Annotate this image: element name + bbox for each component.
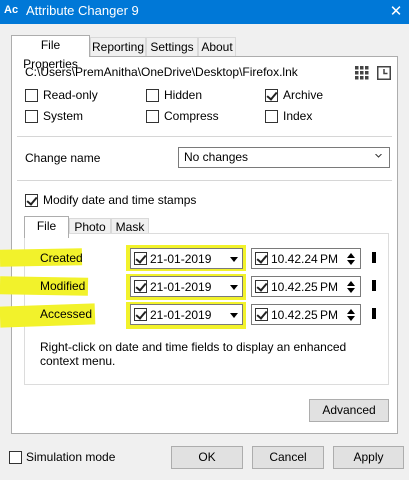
apply-button[interactable]: Apply — [333, 446, 404, 469]
subtab-file[interactable]: File — [24, 216, 69, 238]
simulation-mode-label: Simulation mode — [26, 450, 116, 464]
cancel-button[interactable]: Cancel — [252, 446, 324, 469]
accessed-date-checkbox[interactable] — [134, 308, 147, 321]
compress-label: Compress — [164, 109, 219, 123]
created-time-picker[interactable]: 10.42.24 PM — [251, 248, 361, 269]
modified-ampm: PM — [320, 280, 338, 294]
hidden-label: Hidden — [164, 88, 203, 102]
spin-down-icon[interactable] — [347, 316, 355, 321]
accessed-time-picker[interactable]: 10.42.25 PM — [251, 304, 361, 325]
spin-down-icon[interactable] — [347, 288, 355, 293]
simulation-mode-checkbox[interactable] — [9, 451, 22, 464]
advanced-button[interactable]: Advanced — [309, 399, 389, 422]
accessed-time-value: 10.42.25 — [271, 308, 318, 322]
modified-date-picker[interactable]: 21-01-2019 — [130, 276, 243, 297]
created-time-value: 10.42.24 — [271, 252, 318, 266]
system-checkbox[interactable] — [25, 110, 38, 123]
modify-dates-checkbox[interactable] — [25, 194, 38, 207]
modify-dates-label: Modify date and time stamps — [43, 193, 197, 207]
change-name-value: No changes — [184, 150, 249, 164]
file-path: C:\Users\PremAnitha\OneDrive\Desktop\Fir… — [25, 65, 298, 79]
spin-up-icon[interactable] — [347, 281, 355, 286]
accessed-date-picker[interactable]: 21-01-2019 — [130, 304, 243, 325]
compress-checkbox[interactable] — [146, 110, 159, 123]
accessed-label: Accessed — [40, 307, 93, 321]
created-ampm: PM — [320, 252, 338, 266]
spin-up-icon[interactable] — [347, 253, 355, 258]
modified-time-checkbox[interactable] — [255, 280, 268, 293]
modified-time-value: 10.42.25 — [271, 280, 318, 294]
created-time-checkbox[interactable] — [255, 252, 268, 265]
hint-text: Right-click on date and time fields to d… — [40, 340, 347, 368]
created-date-value: 21-01-2019 — [150, 252, 212, 266]
chevron-down-icon — [375, 154, 382, 158]
dropdown-arrow-icon[interactable] — [230, 313, 238, 318]
divider — [17, 180, 392, 181]
pin-icon[interactable] — [372, 252, 376, 263]
read-only-label: Read-only — [43, 88, 98, 102]
hidden-checkbox[interactable] — [146, 89, 159, 102]
change-name-label: Change name — [25, 151, 101, 165]
archive-label: Archive — [283, 88, 324, 102]
modified-date-checkbox[interactable] — [134, 280, 147, 293]
clock-icon[interactable] — [377, 66, 391, 80]
modified-date-value: 21-01-2019 — [150, 280, 212, 294]
created-date-picker[interactable]: 21-01-2019 — [130, 248, 243, 269]
pin-icon[interactable] — [372, 308, 376, 319]
archive-checkbox[interactable] — [265, 89, 278, 102]
accessed-time-checkbox[interactable] — [255, 308, 268, 321]
modified-time-picker[interactable]: 10.42.25 PM — [251, 276, 361, 297]
spin-up-icon[interactable] — [347, 309, 355, 314]
dropdown-arrow-icon[interactable] — [230, 257, 238, 262]
created-label: Created — [40, 251, 83, 265]
accessed-date-value: 21-01-2019 — [150, 308, 212, 322]
pin-icon[interactable] — [372, 280, 376, 291]
ok-button[interactable]: OK — [171, 446, 243, 469]
index-checkbox[interactable] — [265, 110, 278, 123]
accessed-ampm: PM — [320, 308, 338, 322]
index-label: Index — [283, 109, 313, 123]
created-date-checkbox[interactable] — [134, 252, 147, 265]
grid-view-icon[interactable] — [355, 66, 369, 80]
change-name-select[interactable]: No changes — [178, 147, 390, 168]
modified-label: Modified — [40, 279, 86, 293]
divider — [17, 136, 392, 137]
read-only-checkbox[interactable] — [25, 89, 38, 102]
dropdown-arrow-icon[interactable] — [230, 285, 238, 290]
system-label: System — [43, 109, 84, 123]
spin-down-icon[interactable] — [347, 260, 355, 265]
